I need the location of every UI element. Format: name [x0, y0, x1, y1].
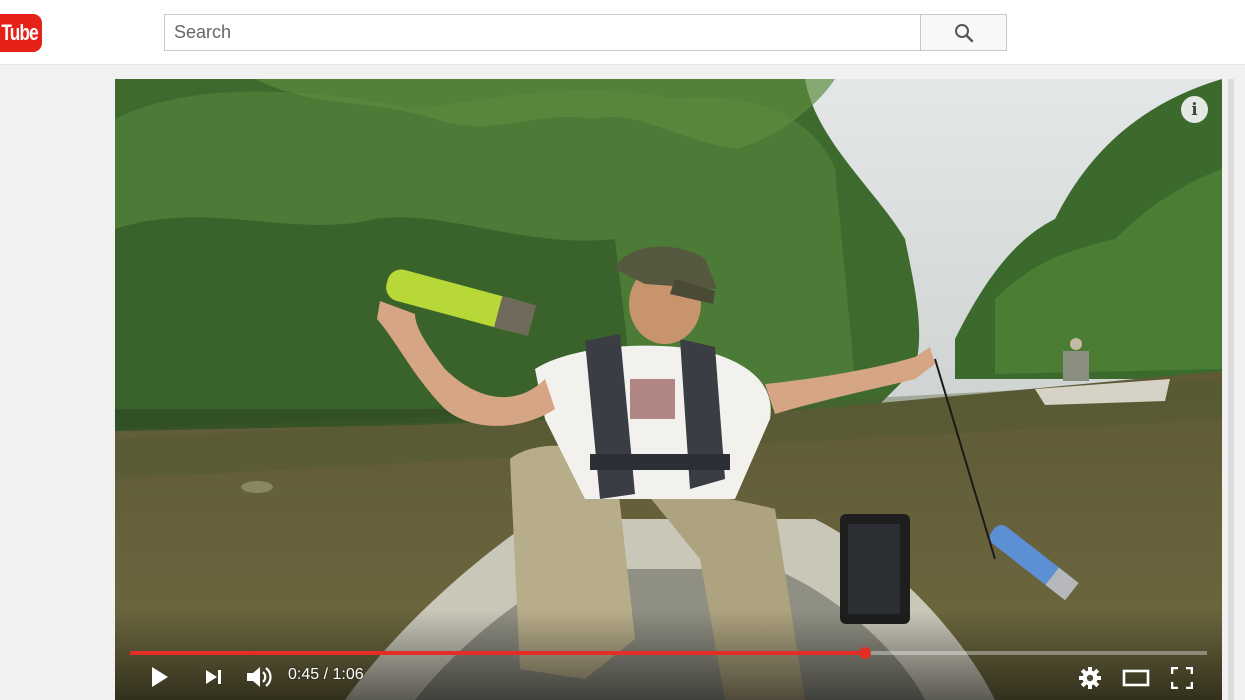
info-card-button[interactable]: i — [1181, 96, 1208, 123]
page-scrollbar[interactable] — [1228, 79, 1234, 700]
volume-button[interactable] — [243, 664, 275, 690]
theater-mode-icon — [1122, 669, 1150, 687]
video-player[interactable]: i 0:45 / 1:06 — [115, 79, 1222, 700]
controls-gradient — [115, 610, 1222, 700]
gear-icon — [1079, 667, 1101, 689]
progress-bar[interactable] — [130, 647, 1207, 659]
play-icon — [152, 667, 168, 687]
next-icon — [206, 670, 221, 684]
progress-played — [130, 651, 865, 655]
search-icon — [954, 23, 973, 42]
volume-icon — [247, 667, 272, 687]
fullscreen-icon — [1171, 667, 1193, 689]
video-frame — [115, 79, 1222, 700]
theater-mode-button[interactable] — [1120, 664, 1152, 692]
next-button[interactable] — [199, 665, 227, 689]
info-icon: i — [1191, 99, 1198, 120]
youtube-logo[interactable]: Tube — [0, 14, 42, 52]
search-button[interactable] — [920, 14, 1007, 51]
masthead: Tube — [0, 0, 1245, 65]
scrubber-handle[interactable] — [858, 647, 871, 659]
settings-button[interactable] — [1076, 664, 1104, 692]
time-display: 0:45 / 1:06 — [288, 666, 364, 683]
search-input[interactable] — [165, 15, 920, 50]
fullscreen-button[interactable] — [1168, 664, 1196, 692]
logo-text: Tube — [1, 20, 38, 45]
play-button[interactable] — [145, 665, 173, 689]
search-field[interactable] — [164, 14, 921, 51]
